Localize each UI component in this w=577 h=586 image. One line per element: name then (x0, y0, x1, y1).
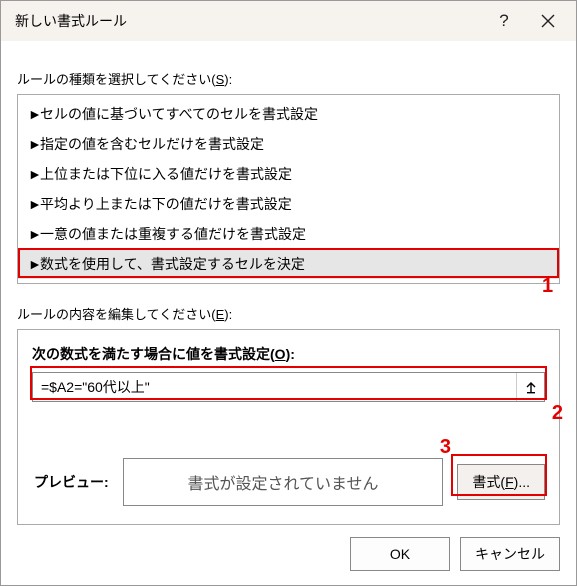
rule-type-item[interactable]: ►上位または下位に入る値だけを書式設定 (18, 159, 559, 189)
rule-edit-box: 次の数式を満たす場合に値を書式設定(O): 2 プレビュー: 書式が設定されてい… (17, 329, 560, 525)
preview-row: プレビュー: 書式が設定されていません 書式(F)... (32, 458, 545, 506)
titlebar: 新しい書式ルール ? (1, 1, 576, 41)
dialog-title: 新しい書式ルール (15, 11, 482, 31)
formula-label: 次の数式を満たす場合に値を書式設定(O): (32, 344, 545, 364)
rule-type-item[interactable]: ►指定の値を含むセルだけを書式設定 (18, 129, 559, 159)
close-icon (541, 14, 555, 28)
help-icon: ? (499, 11, 508, 31)
refedit-icon (525, 380, 537, 394)
bullet-icon: ► (28, 136, 40, 152)
preview-box: 書式が設定されていません (123, 458, 444, 506)
select-rule-type-label: ルールの種類を選択してください(S): (17, 69, 560, 88)
bullet-icon: ► (28, 166, 40, 182)
annotation-3: 3 (440, 436, 451, 459)
cancel-button[interactable]: キャンセル (460, 537, 560, 571)
annotation-2: 2 (552, 402, 563, 425)
ok-button[interactable]: OK (350, 537, 450, 571)
rule-type-item-formula[interactable]: ►数式を使用して、書式設定するセルを決定 (18, 249, 559, 279)
annotation-1: 1 (542, 275, 553, 298)
refedit-button[interactable] (516, 373, 544, 401)
format-button[interactable]: 書式(F)... (457, 464, 545, 500)
help-button[interactable]: ? (482, 1, 526, 41)
preview-label: プレビュー: (32, 472, 109, 492)
formula-row (32, 372, 545, 402)
bullet-icon: ► (28, 106, 40, 122)
formula-input[interactable] (33, 373, 516, 401)
dialog-buttons: OK キャンセル (17, 537, 560, 571)
rule-type-item[interactable]: ►一意の値または重複する値だけを書式設定 (18, 219, 559, 249)
bullet-icon: ► (28, 256, 40, 272)
close-button[interactable] (526, 1, 570, 41)
rule-type-item[interactable]: ►平均より上または下の値だけを書式設定 (18, 189, 559, 219)
preview-text: 書式が設定されていません (188, 470, 379, 494)
rule-type-list[interactable]: ►セルの値に基づいてすべてのセルを書式設定 ►指定の値を含むセルだけを書式設定 … (17, 94, 560, 284)
edit-rule-desc-label: ルールの内容を編集してください(E): (17, 304, 560, 323)
rule-type-item[interactable]: ►セルの値に基づいてすべてのセルを書式設定 (18, 99, 559, 129)
dialog-content: ルールの種類を選択してください(S): ►セルの値に基づいてすべてのセルを書式設… (1, 41, 576, 583)
bullet-icon: ► (28, 226, 40, 242)
bullet-icon: ► (28, 196, 40, 212)
